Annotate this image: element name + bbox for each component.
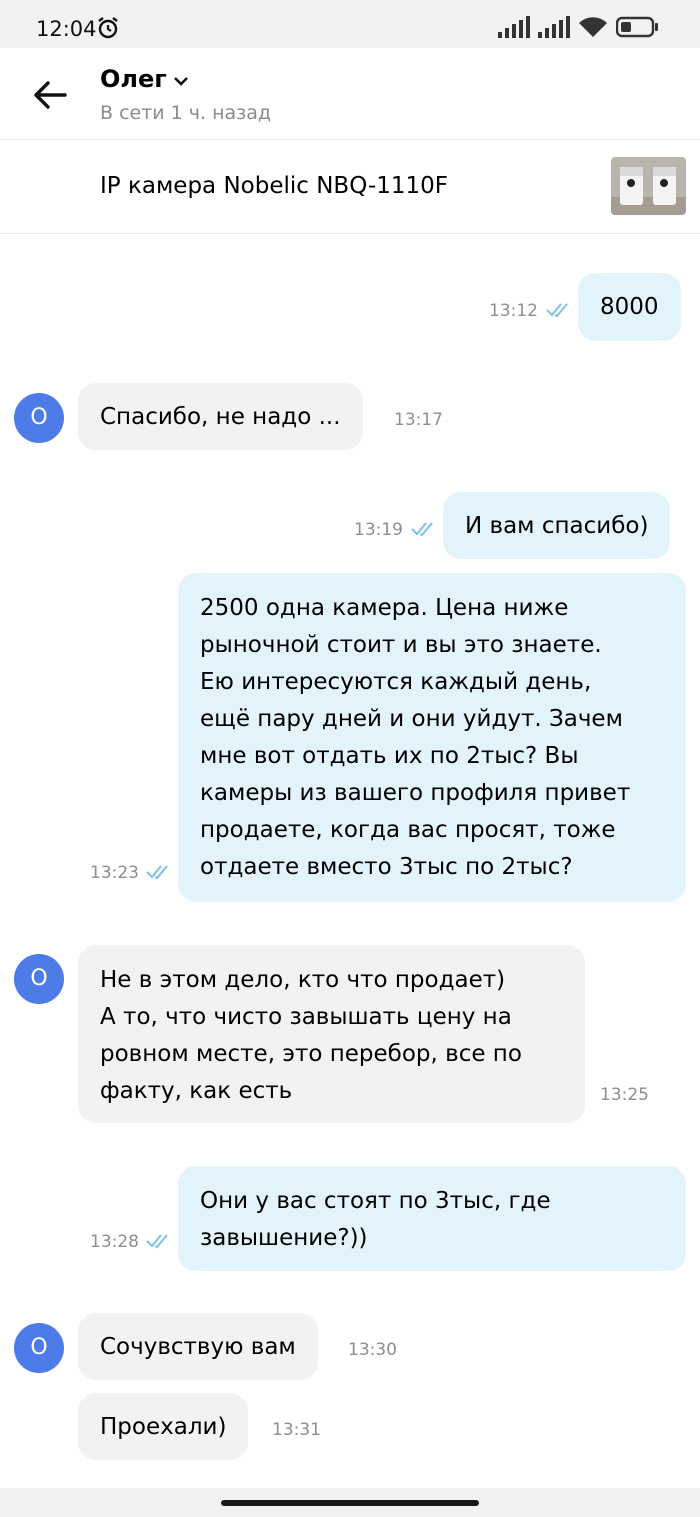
message-line: факту, как есть — [100, 1078, 293, 1104]
status-bar: 12:04 — [0, 0, 700, 48]
message-text: Проехали) — [100, 1414, 227, 1440]
message-bubble-incoming[interactable]: Проехали) — [78, 1393, 249, 1460]
avatar-letter: О — [30, 405, 48, 430]
message-bubble-outgoing[interactable]: 2500 одна камера. Цена ниже рыночной сто… — [178, 573, 686, 902]
listing-title[interactable]: IP камера Nobelic NBQ-1110F — [100, 173, 448, 199]
status-time: 12:04 — [36, 17, 97, 41]
message-bubble-incoming[interactable]: Сочувствую вам — [78, 1313, 318, 1380]
message-line: рыночной стоит и вы это знаете. — [200, 632, 602, 658]
message-line: отдаете вместо 3тыс по 2тыс? — [200, 854, 573, 880]
message-line: Они у вас стоят по 3тыс, где — [200, 1188, 551, 1214]
signal-icon-2 — [538, 16, 570, 42]
wifi-icon — [578, 16, 608, 42]
avatar-letter: О — [30, 966, 48, 991]
message-text: Спасибо, не надо ... — [100, 404, 341, 430]
message-line: мне вот отдать их по 2тыс? Вы — [200, 743, 579, 769]
message-time: 13:19 — [354, 520, 403, 540]
message-text: И вам спасибо) — [465, 513, 649, 539]
signal-icon — [498, 16, 530, 42]
message-line: ещё пару дней и они уйдут. Зачем — [200, 706, 623, 732]
avatar[interactable]: О — [14, 954, 64, 1004]
read-check-icon — [546, 302, 572, 322]
message-line: ровном месте, это перебор, все по — [100, 1041, 522, 1067]
message-line: Ею интересуются каждый день, — [200, 669, 592, 695]
message-line: 2500 одна камера. Цена ниже — [200, 595, 569, 621]
listing-bar[interactable]: IP камера Nobelic NBQ-1110F — [0, 140, 700, 234]
message-time: 13:31 — [272, 1420, 321, 1440]
message-line: Не в этом дело, кто что продает) — [100, 967, 506, 993]
listing-thumbnail[interactable] — [611, 157, 686, 215]
message-text: Сочувствую вам — [100, 1334, 296, 1360]
message-time: 13:25 — [600, 1085, 649, 1105]
avatar[interactable]: О — [14, 393, 64, 443]
message-time: 13:28 — [90, 1232, 139, 1252]
message-line: камеры из вашего профиля привет — [200, 780, 631, 806]
chat-header: Олег В сети 1 ч. назад — [0, 48, 700, 140]
message-bubble-outgoing[interactable]: Они у вас стоят по 3тыс, где завышение?)… — [178, 1166, 686, 1271]
chevron-down-icon[interactable] — [173, 72, 189, 91]
battery-icon — [615, 16, 660, 42]
message-line: А то, что чисто завышать цену на — [100, 1004, 512, 1030]
message-time: 13:17 — [394, 410, 443, 430]
message-bubble-outgoing[interactable]: И вам спасибо) — [443, 492, 671, 559]
message-bubble-incoming[interactable]: Спасибо, не надо ... — [78, 383, 363, 450]
message-time: 13:23 — [90, 863, 139, 883]
message-time: 13:12 — [489, 301, 538, 321]
message-bubble-outgoing[interactable]: 8000 — [578, 273, 681, 341]
contact-name[interactable]: Олег — [100, 65, 167, 93]
message-line: продаете, когда вас просят, тоже — [200, 817, 616, 843]
message-text: 8000 — [600, 294, 659, 320]
message-line: завышение?)) — [200, 1225, 368, 1251]
avatar-letter: О — [30, 1335, 48, 1360]
avatar[interactable]: О — [14, 1323, 64, 1373]
read-check-icon — [411, 521, 437, 541]
contact-status: В сети 1 ч. назад — [100, 102, 272, 124]
read-check-icon — [146, 1233, 172, 1253]
home-indicator[interactable] — [221, 1500, 479, 1506]
alarm-icon — [96, 16, 120, 44]
message-bubble-incoming[interactable]: Не в этом дело, кто что продает) А то, ч… — [78, 945, 585, 1123]
read-check-icon — [146, 864, 172, 884]
message-time: 13:30 — [348, 1340, 397, 1360]
arrow-left-icon[interactable] — [32, 80, 68, 110]
